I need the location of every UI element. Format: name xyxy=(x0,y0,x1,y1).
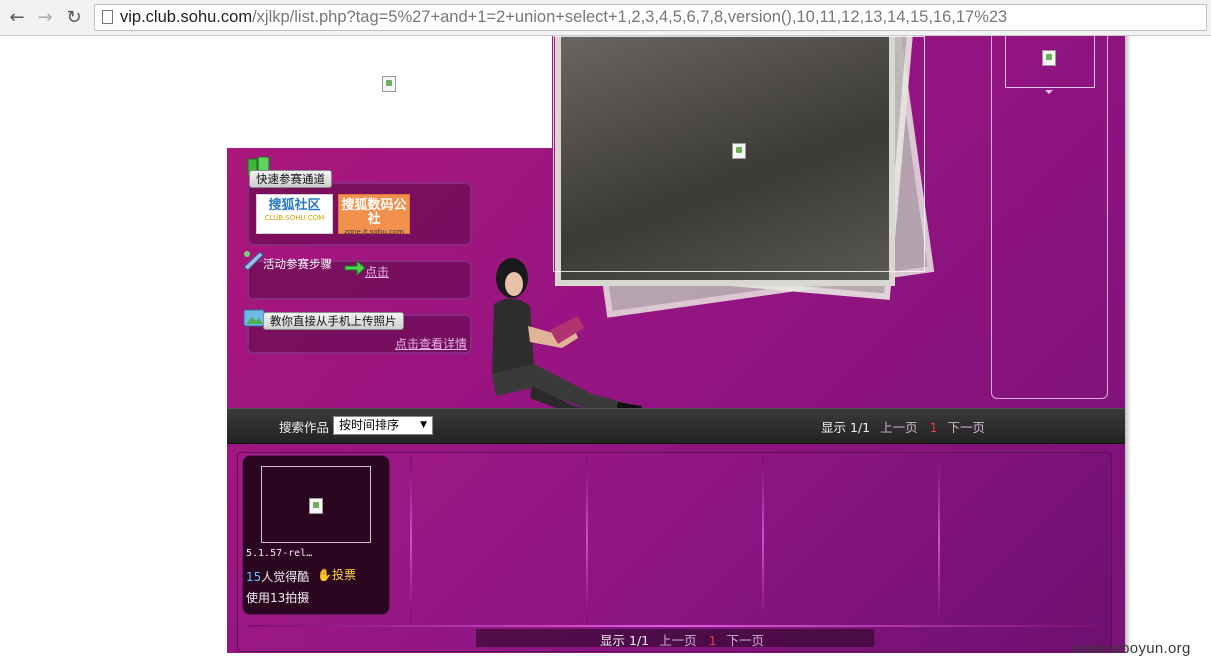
sort-select-value: 按时间排序 xyxy=(339,418,400,432)
url-text[interactable]: vip.club.sohu.com/xjlkp/list.php?tag=5%2… xyxy=(120,8,1007,27)
hand-icon: ✋ xyxy=(317,568,332,582)
column-divider xyxy=(938,457,940,622)
grid-bottom-line xyxy=(248,625,1098,627)
address-bar[interactable]: vip.club.sohu.com/xjlkp/list.php?tag=5%2… xyxy=(94,4,1207,31)
quick-entry-label: 快速参赛通道 xyxy=(249,170,332,188)
pager-next-link[interactable]: 下一页 xyxy=(727,633,765,648)
sohu-digital-logo-title: 搜狐数码公社 xyxy=(341,198,407,227)
pager-current-page: 1 xyxy=(708,633,717,648)
work-vote-count: 15人觉得酷 xyxy=(246,568,309,585)
bottom-pager: 显示 1/1 上一页 1 下一页 xyxy=(600,630,764,649)
mobile-upload-label: 教你直接从手机上传照片 xyxy=(263,312,404,330)
url-host: vip.club.sohu.com xyxy=(120,8,253,26)
vote-suffix: 人觉得酷 xyxy=(261,570,310,584)
steps-label: 活动参赛步骤 xyxy=(263,257,332,271)
pager-count: 1/1 xyxy=(629,633,650,648)
vote-number: 15 xyxy=(246,570,262,584)
page-shadow xyxy=(1125,36,1131,653)
sohu-digital-logo-sub: zone.it.sohu.com xyxy=(344,228,404,236)
thumbnail-arrow-icon xyxy=(1045,90,1053,94)
forward-icon[interactable]: → xyxy=(34,7,56,29)
url-path: /xjlkp/list.php?tag=5%27+and+1=2+union+s… xyxy=(252,8,1008,26)
work-thumbnail[interactable] xyxy=(261,466,371,543)
sort-select[interactable]: 按时间排序 ▼ xyxy=(333,416,433,435)
work-title[interactable]: 5.1.57-rel… xyxy=(246,548,312,559)
vote-button[interactable]: ✋投票 xyxy=(317,566,356,583)
broken-image-icon xyxy=(309,498,323,514)
pager-next-link[interactable]: 下一页 xyxy=(948,420,986,435)
steps-click-link[interactable]: 点击 xyxy=(365,263,389,280)
side-thumbnail[interactable] xyxy=(1005,36,1095,88)
page-canvas: 搜狐社区 CLUB.SOHU.COM 搜狐数码公社 zone.it.sohu.c… xyxy=(227,36,1125,653)
column-divider xyxy=(410,457,412,622)
top-pager: 显示 1/1 上一页 1 下一页 xyxy=(821,417,985,436)
reload-icon[interactable]: ↻ xyxy=(63,7,85,29)
featured-photo-frame[interactable] xyxy=(553,36,925,272)
back-icon[interactable]: ← xyxy=(6,7,28,29)
mobile-upload-details-link[interactable]: 点击查看详情 xyxy=(395,335,467,352)
quick-entry-box: 搜狐社区 CLUB.SOHU.COM 搜狐数码公社 zone.it.sohu.c… xyxy=(247,182,472,246)
broken-image-icon xyxy=(1042,50,1056,66)
pager-current-page: 1 xyxy=(929,420,938,435)
sohu-club-logo[interactable]: 搜狐社区 CLUB.SOHU.COM xyxy=(256,194,333,234)
model-illustration xyxy=(492,258,642,414)
pager-label: 显示 xyxy=(821,420,847,435)
works-grid: 5.1.57-rel… 15人觉得酷 ✋投票 使用13拍摄 显示 1/1 上一页… xyxy=(237,452,1112,652)
search-works-label: 搜索作品 xyxy=(279,420,330,435)
arrow-right-icon xyxy=(344,259,366,277)
browser-toolbar: ← → ↻ vip.club.sohu.com/xjlkp/list.php?t… xyxy=(0,0,1211,36)
sohu-club-logo-title: 搜狐社区 xyxy=(268,198,321,213)
list-toolbar: 搜索作品 按时间排序 ▼ 显示 1/1 上一页 1 下一页 xyxy=(227,408,1125,444)
broken-image-icon xyxy=(382,76,396,92)
pager-label: 显示 xyxy=(600,633,626,648)
work-card[interactable]: 5.1.57-rel… 15人觉得酷 ✋投票 使用13拍摄 xyxy=(242,455,390,615)
pager-count: 1/1 xyxy=(850,420,871,435)
sohu-digital-logo[interactable]: 搜狐数码公社 zone.it.sohu.com xyxy=(338,194,410,236)
vote-button-label: 投票 xyxy=(331,568,356,582)
page-icon xyxy=(102,10,113,24)
sohu-club-logo-sub: CLUB.SOHU.COM xyxy=(264,214,325,222)
column-divider xyxy=(762,457,764,622)
column-divider xyxy=(586,457,588,622)
pager-prev-link[interactable]: 上一页 xyxy=(659,633,697,648)
work-device: 使用13拍摄 xyxy=(246,591,310,605)
dropdown-caret-icon: ▼ xyxy=(420,420,427,430)
banner-logo-area xyxy=(227,36,552,148)
bottom-pager-bar: 显示 1/1 上一页 1 下一页 xyxy=(476,629,874,649)
watermark: www.wooyun.org xyxy=(1073,640,1191,657)
broken-image-icon xyxy=(732,143,746,159)
pager-prev-link[interactable]: 上一页 xyxy=(880,420,918,435)
